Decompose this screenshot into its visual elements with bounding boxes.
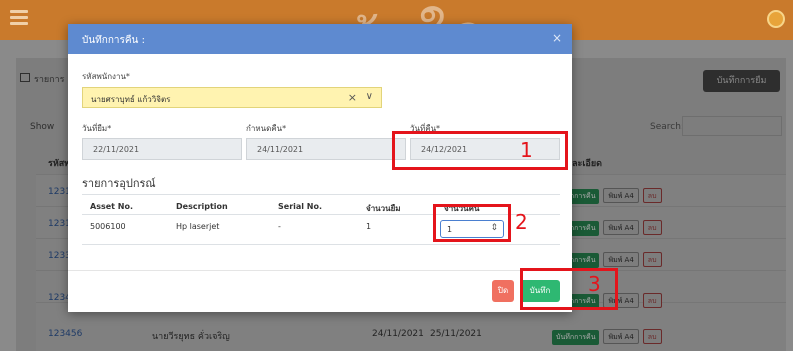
column-header-id: รหัสพ [48, 159, 71, 169]
user-avatar[interactable] [767, 10, 785, 28]
serial-no-cell: - [278, 222, 281, 231]
borrow-date-label: วันที่ยืม* [82, 124, 112, 133]
search-input[interactable] [682, 116, 782, 136]
row-actions: บันทึกการคืน พิมพ์ A4 ลบ [552, 329, 666, 345]
print-a4-button[interactable]: พิมพ์ A4 [603, 329, 639, 344]
delete-button[interactable]: ลบ [642, 329, 662, 344]
modal-title: บันทึกการคืน : [82, 35, 145, 46]
annotation-number-3: 3 [588, 272, 601, 296]
borrow-date-value: 22/11/2021 [93, 145, 140, 154]
print-a4-button[interactable]: พิมพ์ A4 [603, 188, 639, 203]
print-a4-button[interactable]: พิมพ์ A4 [603, 220, 639, 235]
show-entries-label: Show [30, 122, 55, 132]
column-header-details: ละเอียด [572, 159, 602, 169]
row-borrow-date: 24/11/2021 [372, 329, 424, 339]
row-due-date: 25/11/2021 [430, 329, 482, 339]
employee-select[interactable]: นายศราบุทธ์ แก้ววิจิตร × ∨ [82, 87, 382, 108]
due-date-field: 24/11/2021 [246, 138, 406, 160]
annotation-number-2: 2 [515, 210, 528, 234]
delete-button[interactable]: ลบ [642, 293, 662, 308]
employee-label: รหัสพนักงาน* [82, 72, 130, 81]
delete-button[interactable]: ลบ [642, 252, 662, 267]
delete-button[interactable]: ลบ [642, 220, 662, 235]
row-employee-name: นายวีรยุทธ คั่วเจริญ [152, 332, 230, 342]
return-record-button[interactable]: บันทึกการคืน [552, 330, 600, 345]
annotation-number-1: 1 [520, 138, 533, 162]
print-a4-button[interactable]: พิมพ์ A4 [603, 252, 639, 267]
asset-no-cell: 5006100 [90, 222, 126, 231]
close-button[interactable]: ปิด [492, 280, 514, 302]
column-header-asset-no: Asset No. [90, 202, 133, 211]
row-id-link[interactable]: 123456 [48, 329, 82, 339]
record-borrow-button[interactable]: บันทึกการยืม [703, 70, 780, 92]
list-icon [20, 73, 30, 82]
due-date-label: กำหนดคืน* [246, 124, 287, 133]
table-divider [82, 244, 560, 245]
delete-button[interactable]: ลบ [642, 188, 662, 203]
due-date-value: 24/11/2021 [257, 145, 304, 154]
equipment-section-title: รายการอุปกรณ์ [82, 177, 156, 190]
clear-icon[interactable]: × [348, 91, 357, 104]
description-cell: Hp laserjet [176, 222, 220, 231]
table-divider [82, 194, 560, 195]
column-header-serial-no: Serial No. [278, 202, 323, 211]
borrow-date-field: 22/11/2021 [82, 138, 242, 160]
modal-header: บันทึกการคืน : × [68, 24, 572, 54]
annotation-box-1 [392, 131, 568, 170]
chevron-down-icon[interactable]: ∨ [366, 91, 373, 102]
hamburger-menu-icon[interactable] [10, 10, 28, 25]
search-label: Search: [650, 122, 684, 132]
annotation-box-2 [433, 204, 511, 242]
borrow-qty-cell: 1 [366, 222, 372, 231]
annotation-box-3 [520, 268, 618, 310]
modal-footer-divider [68, 270, 572, 271]
employee-value: นายศราบุทธ์ แก้ววิจิตร [91, 95, 171, 104]
close-icon[interactable]: × [552, 31, 562, 45]
panel-title: รายการ [34, 75, 65, 85]
column-header-description: Description [176, 202, 228, 211]
